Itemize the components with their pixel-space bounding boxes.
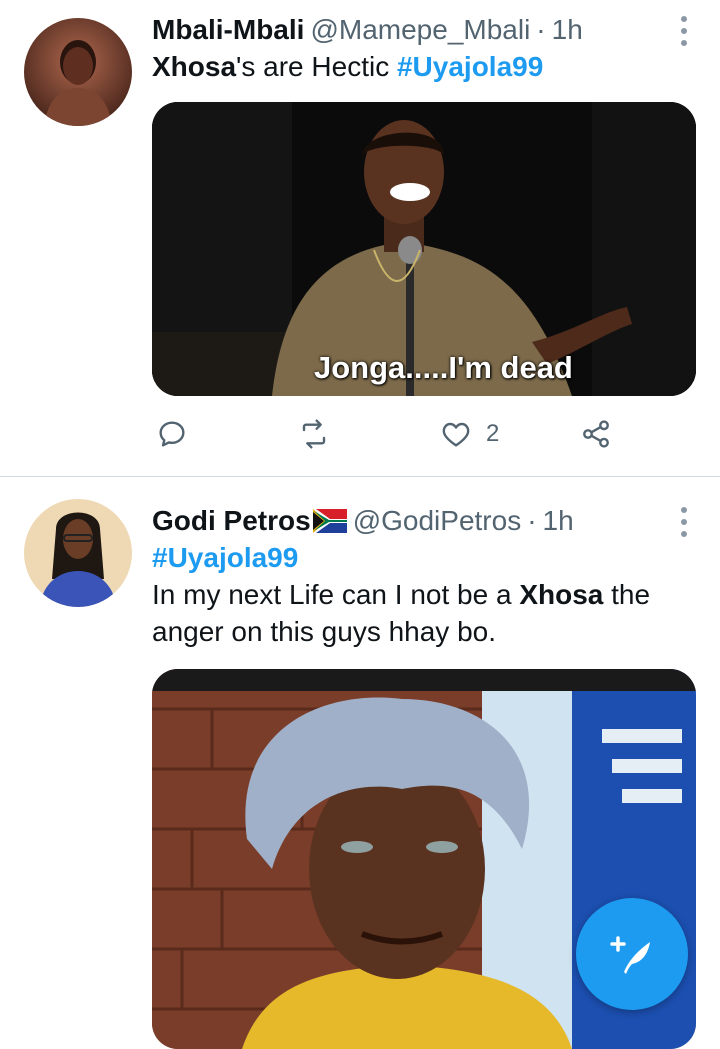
tweet[interactable]: Mbali-Mbali @Mamepe_Mbali · 1h Xhosa's a… xyxy=(0,0,720,476)
user-handle[interactable]: @GodiPetros xyxy=(353,503,522,539)
tweet-text: #Uyajola99 In my next Life can I not be … xyxy=(152,539,696,650)
tweet-image[interactable]: Jonga.....I'm dead xyxy=(152,102,696,396)
like-button[interactable]: 2 xyxy=(440,418,499,450)
share-button[interactable] xyxy=(580,418,612,450)
more-options-icon[interactable] xyxy=(672,16,696,46)
user-handle[interactable]: @Mamepe_Mbali xyxy=(310,12,530,48)
retweet-button[interactable] xyxy=(298,418,330,450)
separator: · xyxy=(527,505,537,536)
compose-tweet-button[interactable] xyxy=(576,898,688,1010)
tweet-header: Mbali-Mbali @Mamepe_Mbali · 1h xyxy=(152,12,696,48)
reply-icon xyxy=(159,421,185,447)
display-name[interactable]: Godi Petros xyxy=(152,503,311,539)
reply-button[interactable] xyxy=(156,418,188,450)
avatar[interactable] xyxy=(24,499,132,607)
retweet-icon xyxy=(302,419,326,449)
avatar[interactable] xyxy=(24,18,132,126)
timestamp[interactable]: 1h xyxy=(552,12,583,48)
more-options-icon[interactable] xyxy=(672,507,696,537)
timestamp[interactable]: 1h xyxy=(543,503,574,539)
display-name[interactable]: Mbali-Mbali xyxy=(152,12,304,48)
text-segment: 's are Hectic xyxy=(236,51,397,82)
bold-word: Xhosa xyxy=(152,51,237,82)
separator: · xyxy=(536,14,546,45)
image-caption: Jonga.....I'm dead xyxy=(314,350,573,385)
bold-word: Xhosa xyxy=(519,579,604,610)
compose-tweet-icon xyxy=(610,936,650,974)
tweet-header: Godi Petros @GodiPetros · 1h xyxy=(152,503,696,539)
hashtag-link[interactable]: #Uyajola99 xyxy=(397,51,543,82)
heart-icon xyxy=(442,422,470,447)
hashtag-link[interactable]: #Uyajola99 xyxy=(152,542,298,573)
tweet-actions: 2 xyxy=(152,418,622,458)
share-icon xyxy=(583,420,609,448)
like-count: 2 xyxy=(486,420,500,447)
tweet-text: Xhosa's are Hectic #Uyajola99 xyxy=(152,48,696,85)
text-segment: In my next Life can I not be a xyxy=(152,579,520,610)
south-africa-flag-icon xyxy=(312,509,347,533)
